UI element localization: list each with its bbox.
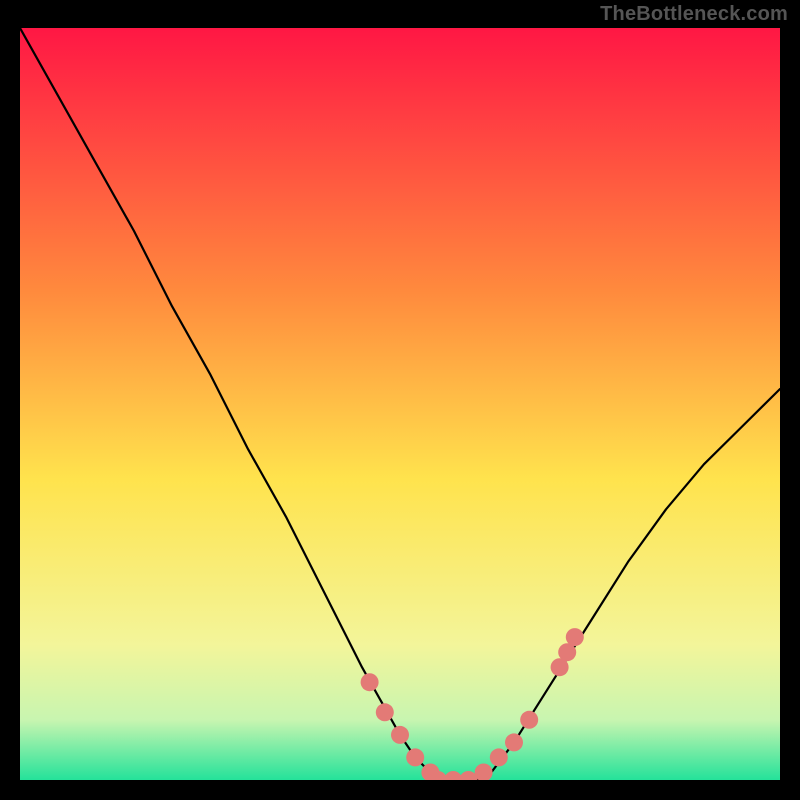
- marker-point: [406, 748, 424, 766]
- marker-point: [520, 711, 538, 729]
- marker-point: [391, 726, 409, 744]
- watermark-text: TheBottleneck.com: [600, 0, 788, 28]
- marker-point: [566, 628, 584, 646]
- chart-svg: [20, 28, 780, 780]
- chart-frame: TheBottleneck.com: [0, 0, 800, 800]
- marker-point: [376, 703, 394, 721]
- marker-point: [505, 733, 523, 751]
- gradient-background: [20, 28, 780, 780]
- marker-point: [490, 748, 508, 766]
- marker-point: [361, 673, 379, 691]
- plot-area: [20, 28, 780, 780]
